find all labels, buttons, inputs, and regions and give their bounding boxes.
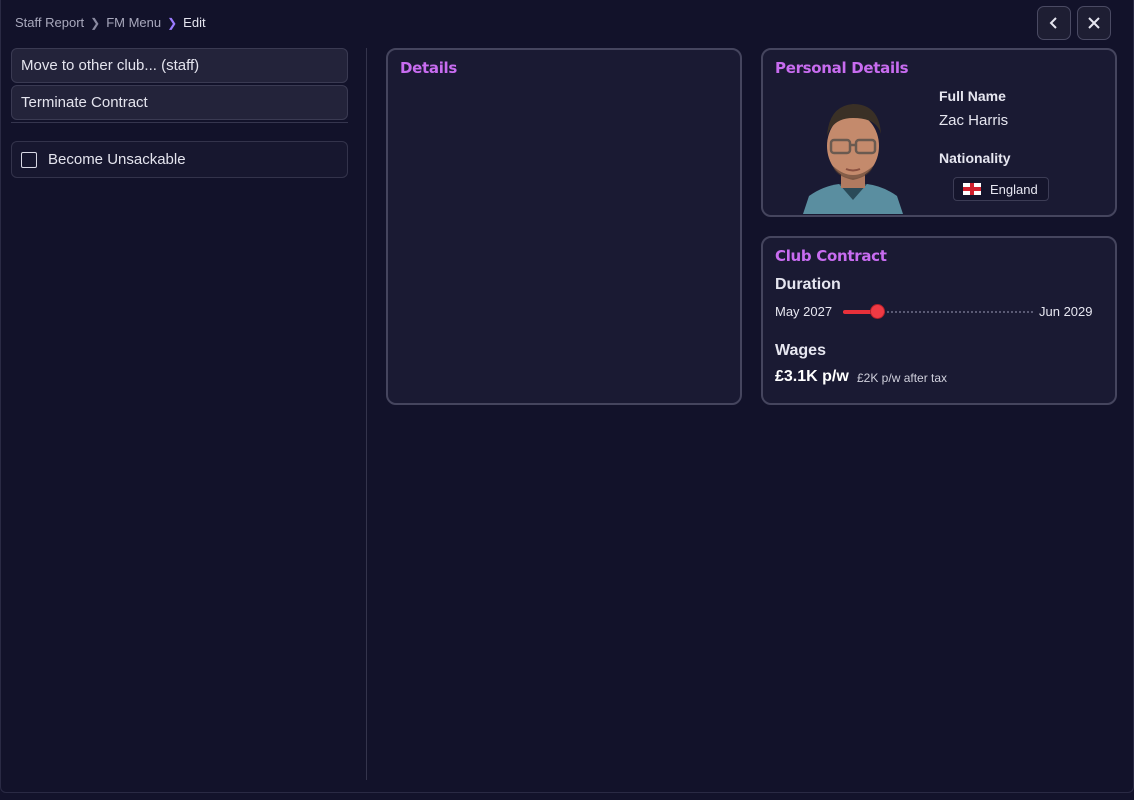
divider — [11, 122, 348, 123]
details-panel: Details — [386, 48, 742, 405]
staff-avatar — [803, 104, 903, 214]
action-list: Move to other club... (staff) Terminate … — [11, 48, 348, 178]
chevron-right-icon: ❯ — [90, 15, 101, 30]
personal-details-title: Personal Details — [775, 59, 909, 77]
chevron-right-icon: ❯ — [167, 15, 178, 30]
contract-start: May 2027 — [775, 304, 833, 319]
england-flag-icon — [963, 183, 981, 195]
nationality-badge[interactable]: England — [953, 177, 1049, 201]
nationality-value: England — [990, 181, 1038, 197]
contract-end: Jun 2029 — [1039, 304, 1093, 319]
column-divider — [366, 48, 367, 780]
club-contract-title: Club Contract — [775, 247, 887, 265]
close-icon — [1088, 17, 1100, 29]
become-unsackable-toggle[interactable]: Become Unsackable — [11, 141, 348, 178]
details-title: Details — [400, 59, 458, 77]
breadcrumb-staff-report[interactable]: Staff Report — [15, 15, 84, 30]
breadcrumb-fm-menu[interactable]: FM Menu — [106, 15, 161, 30]
wage-value: £3.1K p/w — [775, 368, 849, 385]
chevron-left-icon — [1049, 17, 1057, 29]
terminate-contract-button[interactable]: Terminate Contract — [11, 85, 348, 120]
wage-after-tax: £2K p/w after tax — [857, 371, 948, 385]
duration-label: Duration — [775, 276, 841, 293]
unsackable-label: Become Unsackable — [48, 151, 186, 168]
full-name-label: Full Name — [939, 88, 1006, 104]
move-to-other-club-button[interactable]: Move to other club... (staff) — [11, 48, 348, 83]
close-button[interactable] — [1077, 6, 1111, 40]
wages-label: Wages — [775, 342, 826, 359]
duration-slider-handle[interactable] — [871, 305, 885, 318]
club-contract-panel: Club Contract Duration May 2027 Jun 2029… — [761, 236, 1117, 405]
nationality-label: Nationality — [939, 150, 1011, 166]
breadcrumb: Staff Report ❯ FM Menu ❯ Edit — [15, 15, 206, 30]
breadcrumb-current: Edit — [183, 15, 206, 30]
back-button[interactable] — [1037, 6, 1071, 40]
unsackable-checkbox[interactable] — [21, 151, 37, 168]
personal-details-panel: Personal Details Full Name Zac Harris Na… — [761, 48, 1117, 217]
full-name-value: Zac Harris — [939, 112, 1009, 129]
